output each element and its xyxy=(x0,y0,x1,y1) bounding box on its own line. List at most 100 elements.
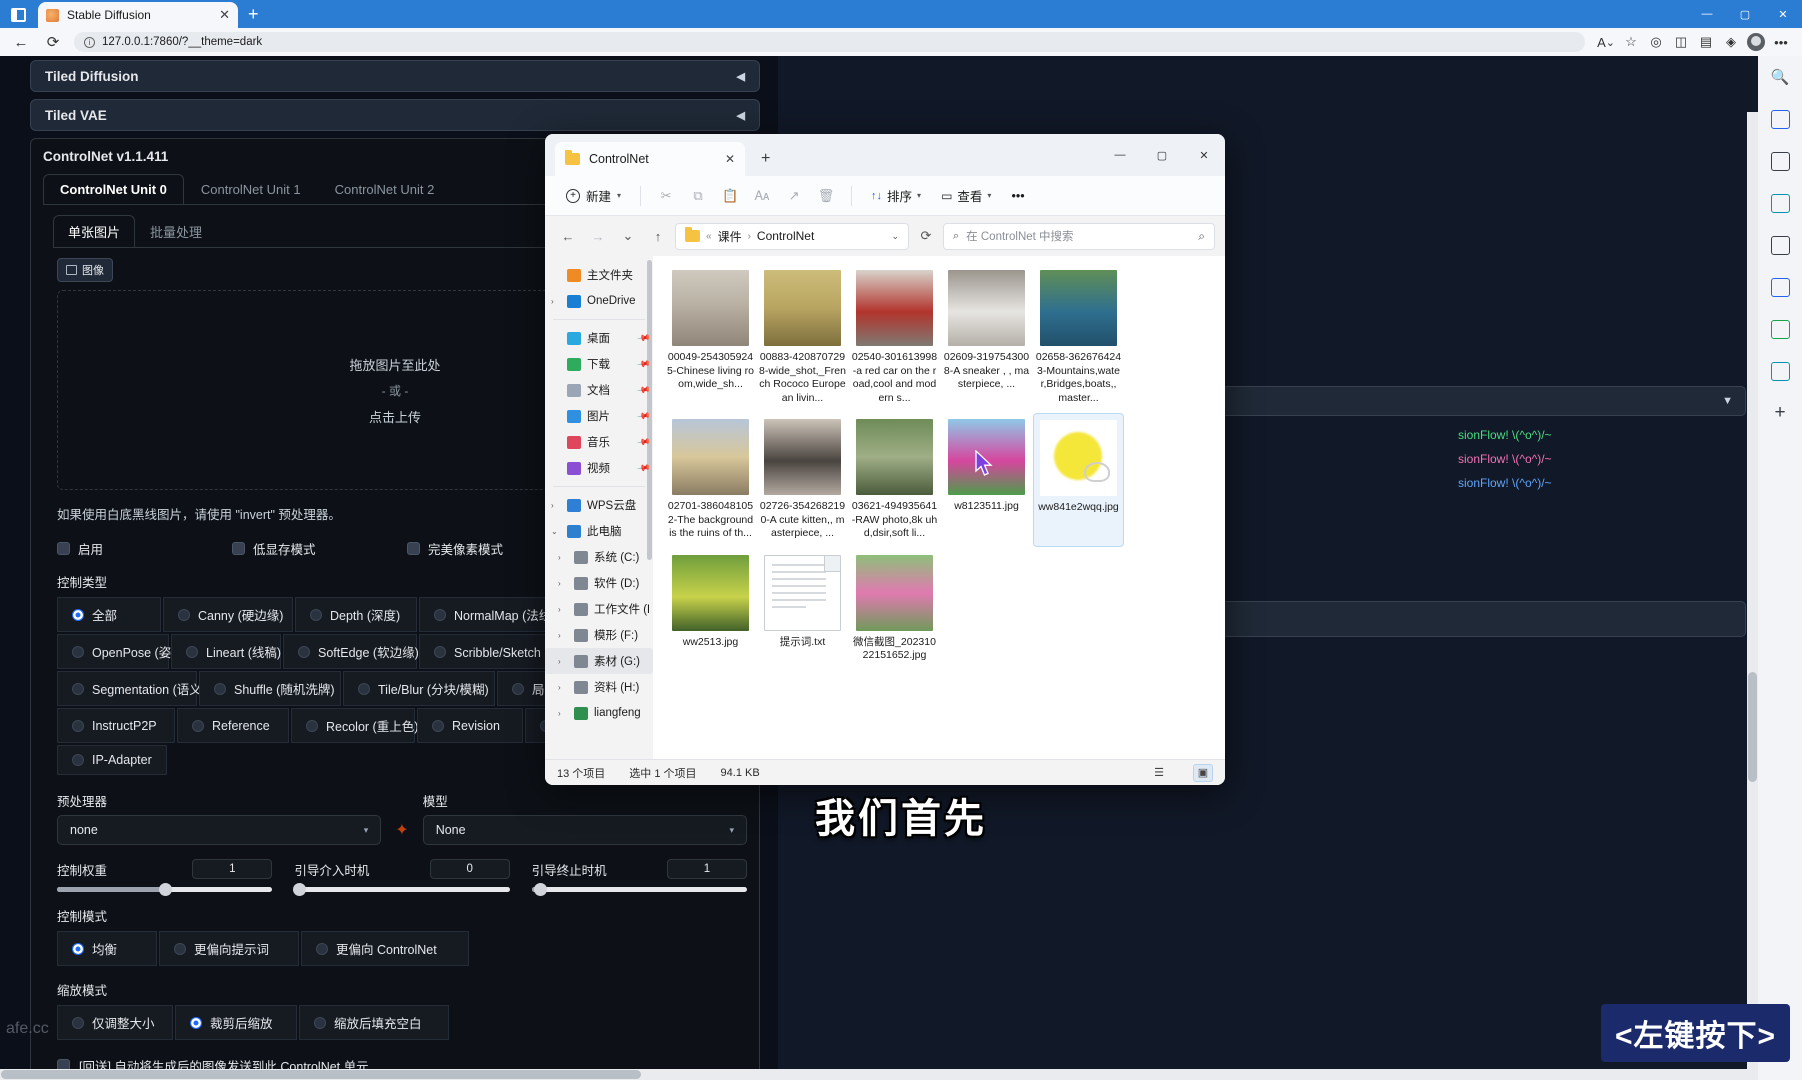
maximize-button[interactable]: ▢ xyxy=(1726,0,1764,28)
control-type-option-12[interactable]: InstructP2P xyxy=(57,708,175,743)
chevron-icon[interactable]: › xyxy=(551,297,561,306)
browser-tab[interactable]: Stable Diffusion ✕ xyxy=(38,2,238,28)
file-item[interactable]: 02658-3626764243-Mountains,water,Bridges… xyxy=(1033,264,1124,411)
chevron-down-icon[interactable]: ⌄ xyxy=(891,231,899,242)
up-icon[interactable]: ↑ xyxy=(645,223,671,249)
control-type-option-10[interactable]: Tile/Blur (分块/模糊) xyxy=(343,671,495,706)
control-type-option-4[interactable]: OpenPose (姿态) xyxy=(57,634,188,669)
chevron-icon[interactable]: › xyxy=(551,501,561,510)
control-type-option-6[interactable]: SoftEdge (软边缘) xyxy=(283,634,419,669)
nav-item-3[interactable]: 下载 📌 xyxy=(545,351,653,377)
file-item[interactable]: 00883-4208707298-wide_shot,_French Rococ… xyxy=(757,264,848,411)
tab-actions-icon[interactable] xyxy=(4,2,32,28)
back-icon[interactable]: ← xyxy=(555,223,581,249)
dropzone-upload-link[interactable]: 点击上传 xyxy=(369,407,421,426)
view-tiles-icon[interactable]: ▣ xyxy=(1193,763,1213,782)
nav-item-6[interactable]: 音乐 📌 xyxy=(545,429,653,455)
file-item[interactable]: ww841e2wqq.jpg xyxy=(1033,413,1124,547)
favorite-icon[interactable]: ☆ xyxy=(1620,31,1642,53)
page-horizontal-scrollbar[interactable] xyxy=(0,1069,1747,1080)
close-icon[interactable]: ✕ xyxy=(725,152,735,166)
nav-item-15[interactable]: › 资料 (H:) xyxy=(545,674,653,700)
profile-icon[interactable] xyxy=(1745,31,1767,53)
site-info-icon[interactable]: i xyxy=(84,36,95,48)
chevron-icon[interactable]: ⌄ xyxy=(551,527,561,536)
minimize-button[interactable]: — xyxy=(1099,134,1141,176)
view-button[interactable]: ▭ 查看 ▾ xyxy=(932,181,1000,210)
browser-essentials-icon[interactable]: ◈ xyxy=(1720,31,1742,53)
control-type-option-13[interactable]: Reference xyxy=(177,708,289,743)
accordion-tiled-diffusion[interactable]: Tiled Diffusion ◀ xyxy=(30,60,760,92)
drop-rail-icon[interactable] xyxy=(1758,350,1802,392)
address-bar[interactable]: i 127.0.0.1:7860/?__theme=dark xyxy=(74,32,1585,52)
resize-mode-option-0[interactable]: 仅调整大小 xyxy=(57,1005,173,1040)
explorer-tab[interactable]: ControlNet ✕ xyxy=(555,142,745,176)
scrollbar-thumb[interactable] xyxy=(1,1070,641,1079)
slider-value[interactable]: 0 xyxy=(429,859,510,879)
split-screen-icon[interactable]: ◫ xyxy=(1670,31,1692,53)
slider-track[interactable] xyxy=(531,883,747,896)
close-button[interactable]: ✕ xyxy=(1183,134,1225,176)
settings-more-icon[interactable]: ••• xyxy=(1770,31,1792,53)
file-item[interactable]: ww2513.jpg xyxy=(665,549,756,669)
slider-1[interactable]: 引导介入时机 0 xyxy=(292,859,510,896)
copilot-rail-icon[interactable] xyxy=(1758,98,1802,140)
explorer-file-area[interactable]: 00049-2543059245-Chinese living room,wid… xyxy=(653,256,1225,759)
forward-icon[interactable]: → xyxy=(585,223,611,249)
slider-track[interactable] xyxy=(292,883,510,896)
breadcrumb-item-2[interactable]: ControlNet xyxy=(757,229,814,243)
control-type-option-5[interactable]: Lineart (线稿) xyxy=(171,634,281,669)
file-item[interactable]: 02726-3542682190-A cute kitten,, masterp… xyxy=(757,413,848,547)
chevron-icon[interactable]: › xyxy=(558,683,568,692)
checkbox-low-vram[interactable]: 低显存模式 xyxy=(232,539,407,558)
control-type-option-9[interactable]: Shuffle (随机洗牌) xyxy=(199,671,341,706)
slider-track[interactable] xyxy=(57,883,273,896)
tab-single-image[interactable]: 单张图片 xyxy=(53,215,136,247)
cut-icon[interactable]: ✂ xyxy=(651,182,681,210)
control-type-option-14[interactable]: Recolor (重上色) xyxy=(291,708,418,743)
new-tab-button[interactable]: + xyxy=(248,4,259,25)
refresh-icon[interactable]: ⟳ xyxy=(913,223,939,249)
maximize-button[interactable]: ▢ xyxy=(1141,134,1183,176)
chevron-icon[interactable]: › xyxy=(558,631,568,640)
control-type-option-15[interactable]: Revision xyxy=(417,708,523,743)
control-type-option-2[interactable]: Depth (深度) xyxy=(295,597,417,632)
file-item[interactable]: 03621-494935641-RAW photo,8k uhd,dsir,so… xyxy=(849,413,940,547)
tab-controlnet-unit-2[interactable]: ControlNet Unit 2 xyxy=(318,174,452,204)
sort-button[interactable]: ↑↓ 排序 ▾ xyxy=(862,181,930,210)
file-item[interactable]: 02701-3860481052-The background is the r… xyxy=(665,413,756,547)
tools-rail-icon[interactable] xyxy=(1758,182,1802,224)
reload-icon[interactable]: ⟳ xyxy=(42,31,64,53)
file-item[interactable]: 微信截图_20231022151652.jpg xyxy=(849,549,940,669)
rename-icon[interactable]: 🗛 xyxy=(747,182,777,210)
breadcrumb-item-1[interactable]: 课件 xyxy=(718,228,742,245)
read-aloud-icon[interactable]: A ⌄ xyxy=(1595,31,1617,53)
chevron-icon[interactable]: › xyxy=(558,553,568,562)
chevron-icon[interactable]: › xyxy=(558,709,568,718)
search-submit-icon[interactable]: ⌕ xyxy=(1198,229,1205,244)
copy-icon[interactable]: ⧉ xyxy=(683,182,713,210)
breadcrumb[interactable]: « 课件 › ControlNet ⌄ xyxy=(675,222,909,250)
file-item[interactable]: 02540-301613998-a red car on the road,co… xyxy=(849,264,940,411)
new-tab-button[interactable]: + xyxy=(761,150,770,168)
tab-controlnet-unit-0[interactable]: ControlNet Unit 0 xyxy=(43,174,184,204)
scrollbar-thumb[interactable] xyxy=(1748,672,1757,782)
whatsapp-rail-icon[interactable] xyxy=(1758,308,1802,350)
games-rail-icon[interactable] xyxy=(1758,224,1802,266)
control-mode-option-2[interactable]: 更偏向 ControlNet xyxy=(301,931,469,966)
nav-item-10[interactable]: › 系统 (C:) xyxy=(545,544,653,570)
control-mode-option-0[interactable]: 均衡 xyxy=(57,931,157,966)
nav-item-5[interactable]: 图片 📌 xyxy=(545,403,653,429)
file-item[interactable]: 00049-2543059245-Chinese living room,wid… xyxy=(665,264,756,411)
outlook-rail-icon[interactable] xyxy=(1758,266,1802,308)
close-icon[interactable]: ✕ xyxy=(219,7,230,23)
control-type-option-1[interactable]: Canny (硬边缘) xyxy=(163,597,293,632)
control-type-option-17[interactable]: IP-Adapter xyxy=(57,745,167,775)
chevron-icon[interactable]: › xyxy=(558,657,568,666)
share-icon[interactable]: ↗ xyxy=(779,182,809,210)
nav-item-13[interactable]: › 模形 (F:) xyxy=(545,622,653,648)
nav-item-4[interactable]: 文档 📌 xyxy=(545,377,653,403)
resize-mode-option-1[interactable]: 裁剪后缩放 xyxy=(175,1005,297,1040)
search-icon[interactable]: 🔍 xyxy=(1758,56,1802,98)
slider-handle[interactable] xyxy=(158,883,172,896)
